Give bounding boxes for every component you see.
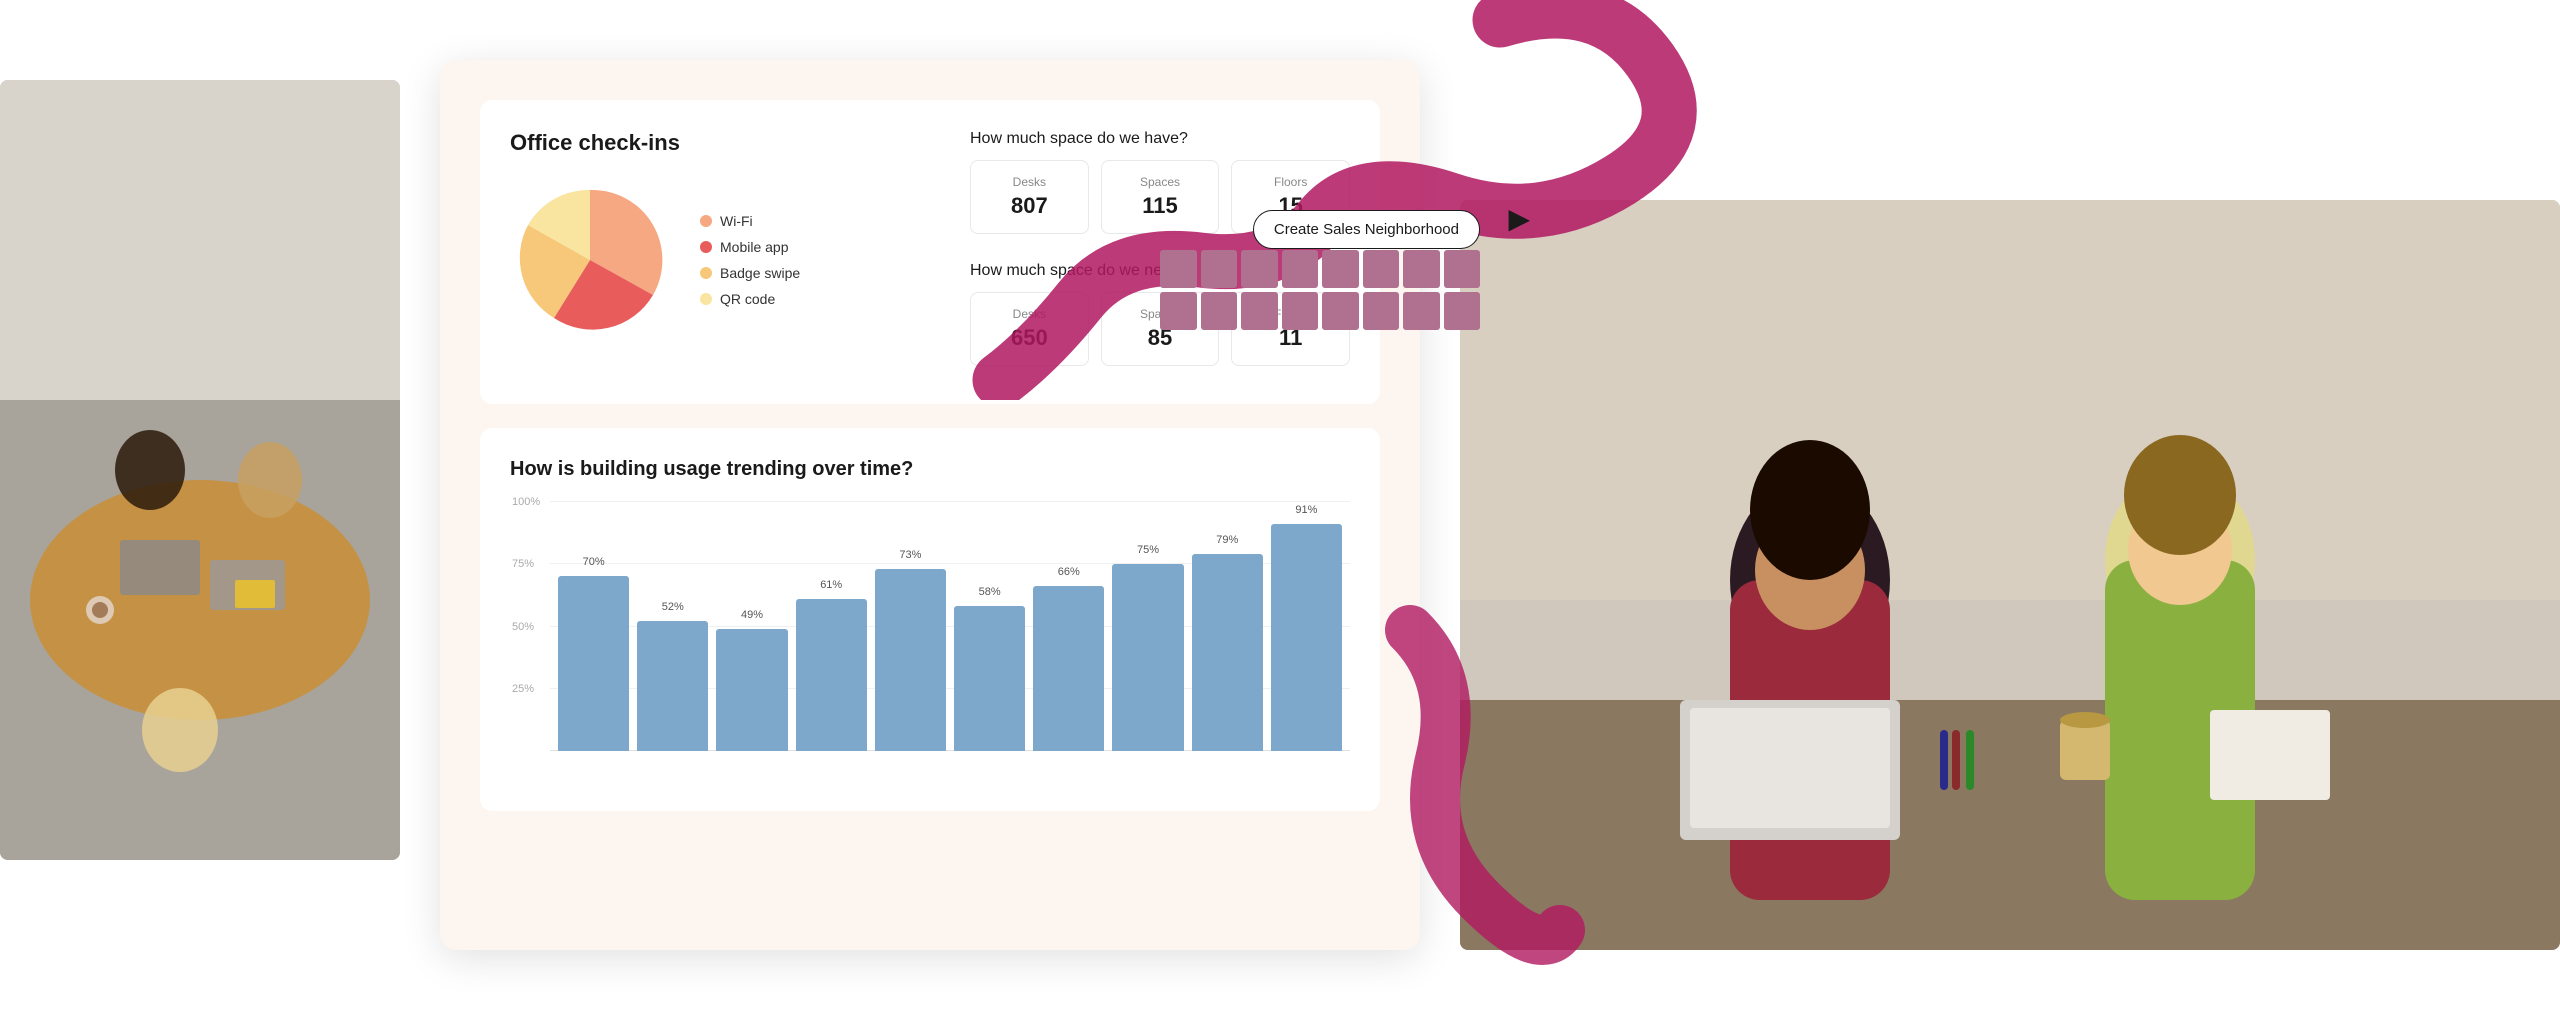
grid-cell bbox=[1201, 250, 1238, 288]
dashboard-card: Office check-ins Wi-Fi bbox=[440, 60, 1420, 950]
legend-item-qr: QR code bbox=[700, 291, 800, 307]
need-desks-label: Desks bbox=[987, 307, 1072, 321]
wifi-dot bbox=[700, 215, 712, 227]
grid-cell bbox=[1363, 250, 1400, 288]
left-photo bbox=[0, 80, 400, 860]
bars-container: 70%52%49%61%73%58%66%75%79%91% bbox=[550, 501, 1350, 751]
bar-wrapper: 49% bbox=[716, 501, 787, 751]
bar-value-label: 91% bbox=[1295, 504, 1317, 516]
have-floors-label: Floors bbox=[1248, 175, 1333, 189]
legend-item-wifi: Wi-Fi bbox=[700, 213, 800, 229]
grid-label-50: 50% bbox=[512, 621, 534, 633]
qr-label: QR code bbox=[720, 291, 775, 307]
badge-dot bbox=[700, 267, 712, 279]
bar: 52% bbox=[637, 621, 708, 751]
need-desks-value: 650 bbox=[987, 325, 1072, 351]
have-spaces-label: Spaces bbox=[1118, 175, 1203, 189]
bar-value-label: 79% bbox=[1216, 534, 1238, 546]
right-photo bbox=[1460, 200, 2560, 950]
grid-label-100: 100% bbox=[512, 496, 540, 508]
bar: 70% bbox=[558, 576, 629, 751]
bar-value-label: 75% bbox=[1137, 544, 1159, 556]
bar: 91% bbox=[1271, 524, 1342, 752]
grid-cell bbox=[1403, 250, 1440, 288]
bar: 73% bbox=[875, 569, 946, 752]
bar-value-label: 52% bbox=[662, 601, 684, 613]
grid-cell bbox=[1282, 292, 1319, 330]
create-sales-neighborhood-button[interactable]: Create Sales Neighborhood bbox=[1253, 210, 1480, 249]
grid-cell bbox=[1241, 250, 1278, 288]
bar-value-label: 73% bbox=[899, 549, 921, 561]
bar-value-label: 66% bbox=[1058, 566, 1080, 578]
grid-cell bbox=[1322, 292, 1359, 330]
mobile-label: Mobile app bbox=[720, 239, 789, 255]
bar-section: How is building usage trending over time… bbox=[480, 428, 1380, 811]
bar-wrapper: 75% bbox=[1112, 501, 1183, 751]
legend-item-badge: Badge swipe bbox=[700, 265, 800, 281]
bar-value-label: 61% bbox=[820, 579, 842, 591]
mobile-dot bbox=[700, 241, 712, 253]
neighborhood-grid bbox=[1160, 250, 1480, 330]
bar-value-label: 70% bbox=[583, 556, 605, 568]
bar-wrapper: 70% bbox=[558, 501, 629, 751]
pie-chart bbox=[510, 180, 670, 340]
bar-wrapper: 73% bbox=[875, 501, 946, 751]
grid-label-25: 25% bbox=[512, 683, 534, 695]
grid-cell bbox=[1160, 292, 1197, 330]
grid-cell bbox=[1241, 292, 1278, 330]
grid-cell bbox=[1403, 292, 1440, 330]
grid-cell bbox=[1201, 292, 1238, 330]
bar-wrapper: 52% bbox=[637, 501, 708, 751]
bar-chart-area: 100% 75% 50% 25% 70%52%49%61%73%58%66%75… bbox=[510, 501, 1350, 781]
bar: 49% bbox=[716, 629, 787, 752]
badge-label: Badge swipe bbox=[720, 265, 800, 281]
bar: 61% bbox=[796, 599, 867, 752]
bar-wrapper: 79% bbox=[1192, 501, 1263, 751]
have-spaces-box: Spaces 115 bbox=[1101, 160, 1220, 234]
grid-cell bbox=[1322, 250, 1359, 288]
bar-wrapper: 58% bbox=[954, 501, 1025, 751]
grid-cell bbox=[1363, 292, 1400, 330]
bar: 58% bbox=[954, 606, 1025, 751]
checkins-title: Office check-ins bbox=[510, 130, 930, 156]
legend: Wi-Fi Mobile app Badge swipe QR code bbox=[700, 213, 800, 307]
have-spaces-value: 115 bbox=[1118, 193, 1203, 219]
grid-cell bbox=[1282, 250, 1319, 288]
bar: 75% bbox=[1112, 564, 1183, 752]
qr-dot bbox=[700, 293, 712, 305]
grid-cell bbox=[1444, 292, 1481, 330]
bar-wrapper: 66% bbox=[1033, 501, 1104, 751]
need-desks-box: Desks 650 bbox=[970, 292, 1089, 366]
grid-label-75: 75% bbox=[512, 558, 534, 570]
cursor: ▶ bbox=[1508, 205, 1530, 233]
have-desks-value: 807 bbox=[987, 193, 1072, 219]
bar: 79% bbox=[1192, 554, 1263, 752]
grid-cell bbox=[1160, 250, 1197, 288]
bar-value-label: 58% bbox=[979, 586, 1001, 598]
bar: 66% bbox=[1033, 586, 1104, 751]
have-desks-box: Desks 807 bbox=[970, 160, 1089, 234]
bar-wrapper: 91% bbox=[1271, 501, 1342, 751]
legend-item-mobile: Mobile app bbox=[700, 239, 800, 255]
checkins-left: Office check-ins Wi-Fi bbox=[510, 130, 930, 374]
wifi-label: Wi-Fi bbox=[720, 213, 753, 229]
bar-wrapper: 61% bbox=[796, 501, 867, 751]
grid-cell bbox=[1444, 250, 1481, 288]
bar-chart-title: How is building usage trending over time… bbox=[510, 458, 1350, 481]
pie-container: Wi-Fi Mobile app Badge swipe QR code bbox=[510, 180, 930, 340]
have-desks-label: Desks bbox=[987, 175, 1072, 189]
space-have-title: How much space do we have? bbox=[970, 130, 1350, 148]
bar-value-label: 49% bbox=[741, 609, 763, 621]
